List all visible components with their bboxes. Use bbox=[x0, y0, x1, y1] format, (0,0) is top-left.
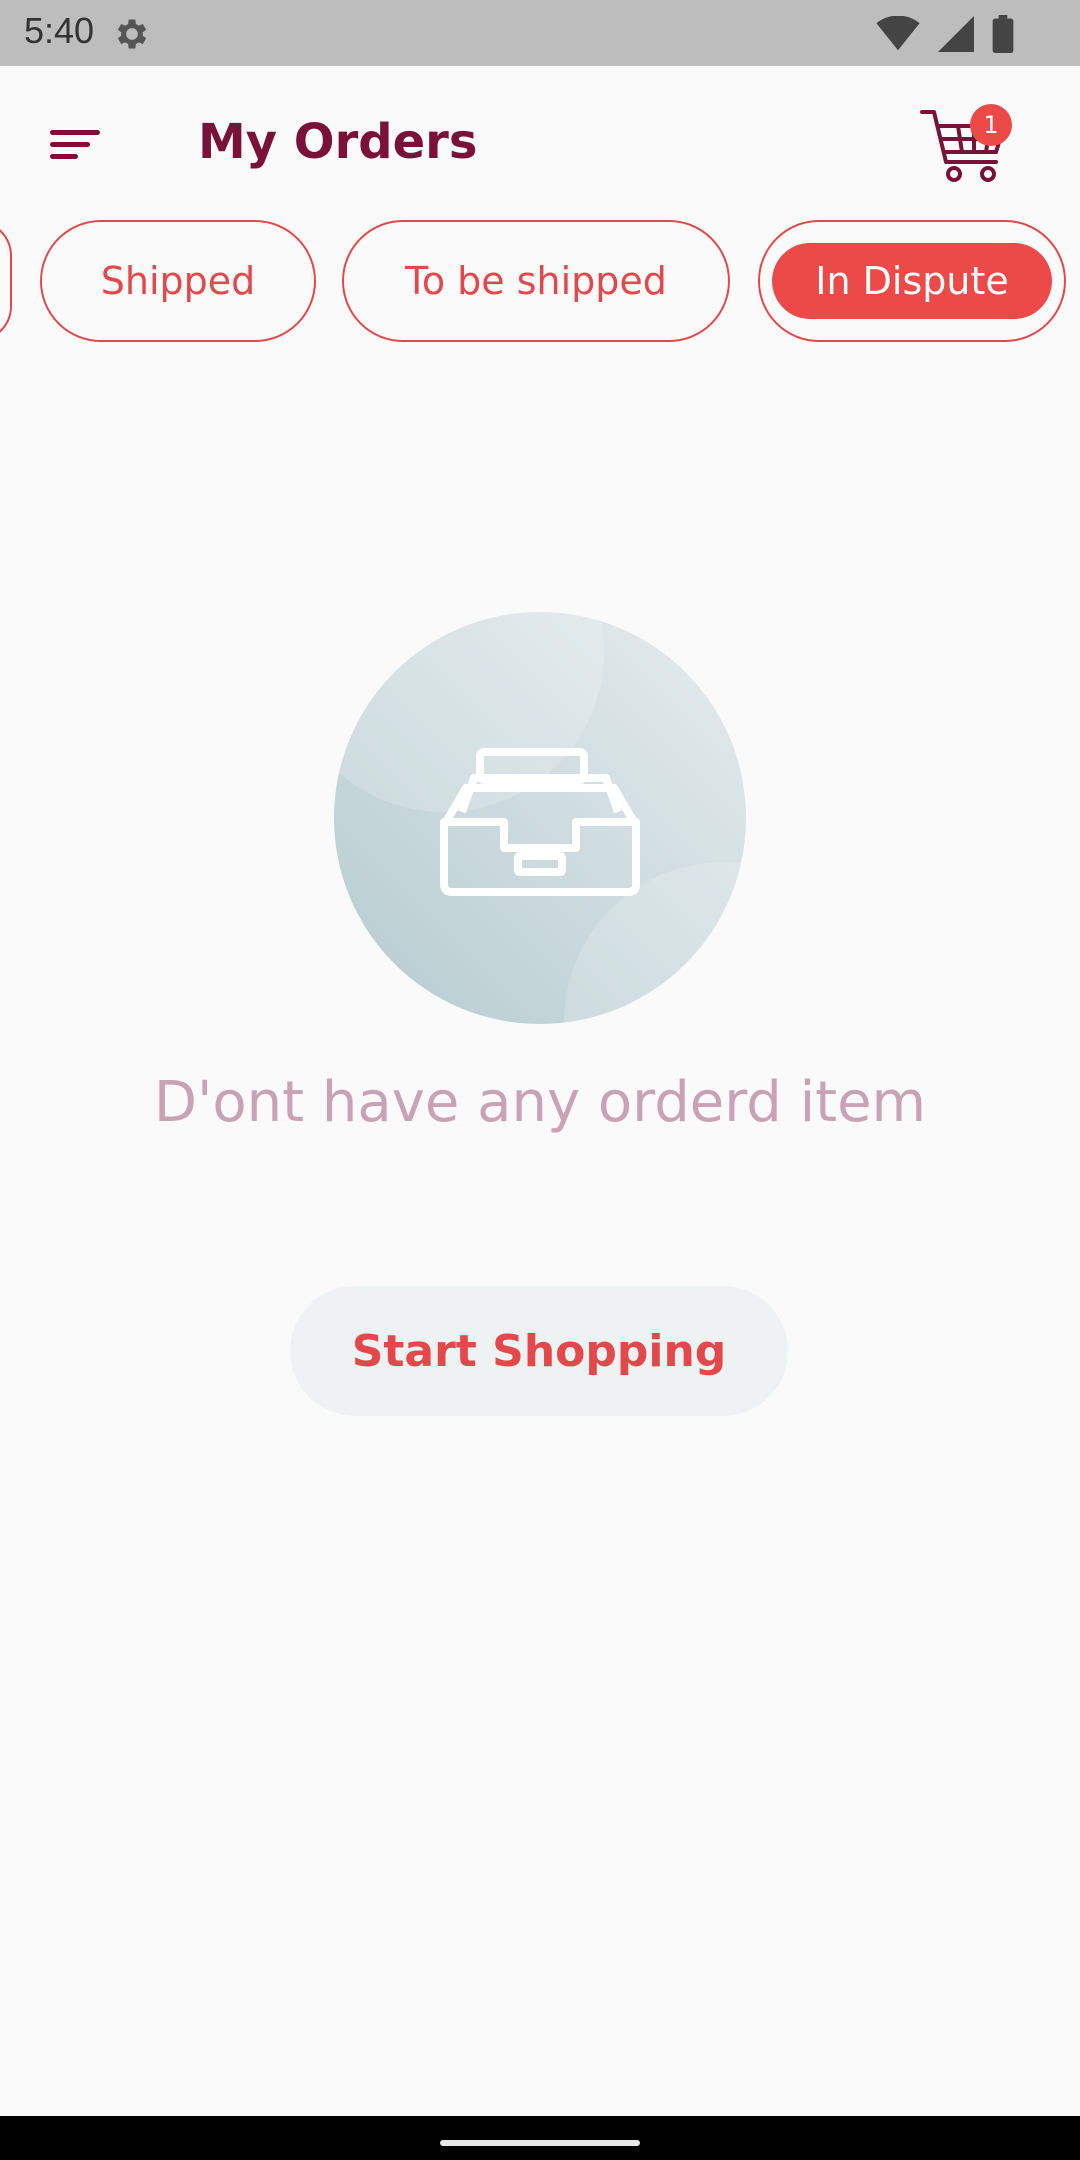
status-bar: 5:40 bbox=[0, 0, 1080, 66]
inbox-tray-icon bbox=[334, 612, 746, 1024]
filter-chip-shipped[interactable]: Shipped bbox=[40, 220, 316, 342]
page-title: My Orders bbox=[198, 114, 478, 170]
filter-chip-in-dispute-label: In Dispute bbox=[772, 243, 1052, 319]
my-orders-screen: 5:40 My Orders 1 Shipped To be shipped I… bbox=[0, 0, 1080, 2160]
system-navigation-bar bbox=[0, 2116, 1080, 2160]
settings-icon bbox=[117, 19, 147, 49]
status-indicators bbox=[876, 14, 1014, 54]
home-indicator[interactable] bbox=[440, 2140, 640, 2146]
wifi-icon bbox=[876, 16, 920, 51]
filter-chip-in-dispute[interactable]: In Dispute bbox=[758, 220, 1066, 342]
start-shopping-button[interactable]: Start Shopping bbox=[290, 1286, 788, 1416]
filter-chip-to-be-shipped[interactable]: To be shipped bbox=[342, 220, 730, 342]
menu-icon[interactable] bbox=[44, 120, 108, 170]
cart-badge: 1 bbox=[970, 104, 1012, 146]
order-status-filters: Shipped To be shipped In Dispute bbox=[0, 220, 1080, 346]
empty-state-message: D'ont have any orderd item bbox=[153, 1070, 927, 1135]
app-bar: My Orders 1 bbox=[0, 66, 1080, 220]
signal-icon bbox=[938, 16, 974, 52]
battery-icon bbox=[992, 15, 1014, 53]
status-time: 5:40 bbox=[24, 10, 95, 51]
filter-chip-previous[interactable] bbox=[0, 220, 12, 342]
